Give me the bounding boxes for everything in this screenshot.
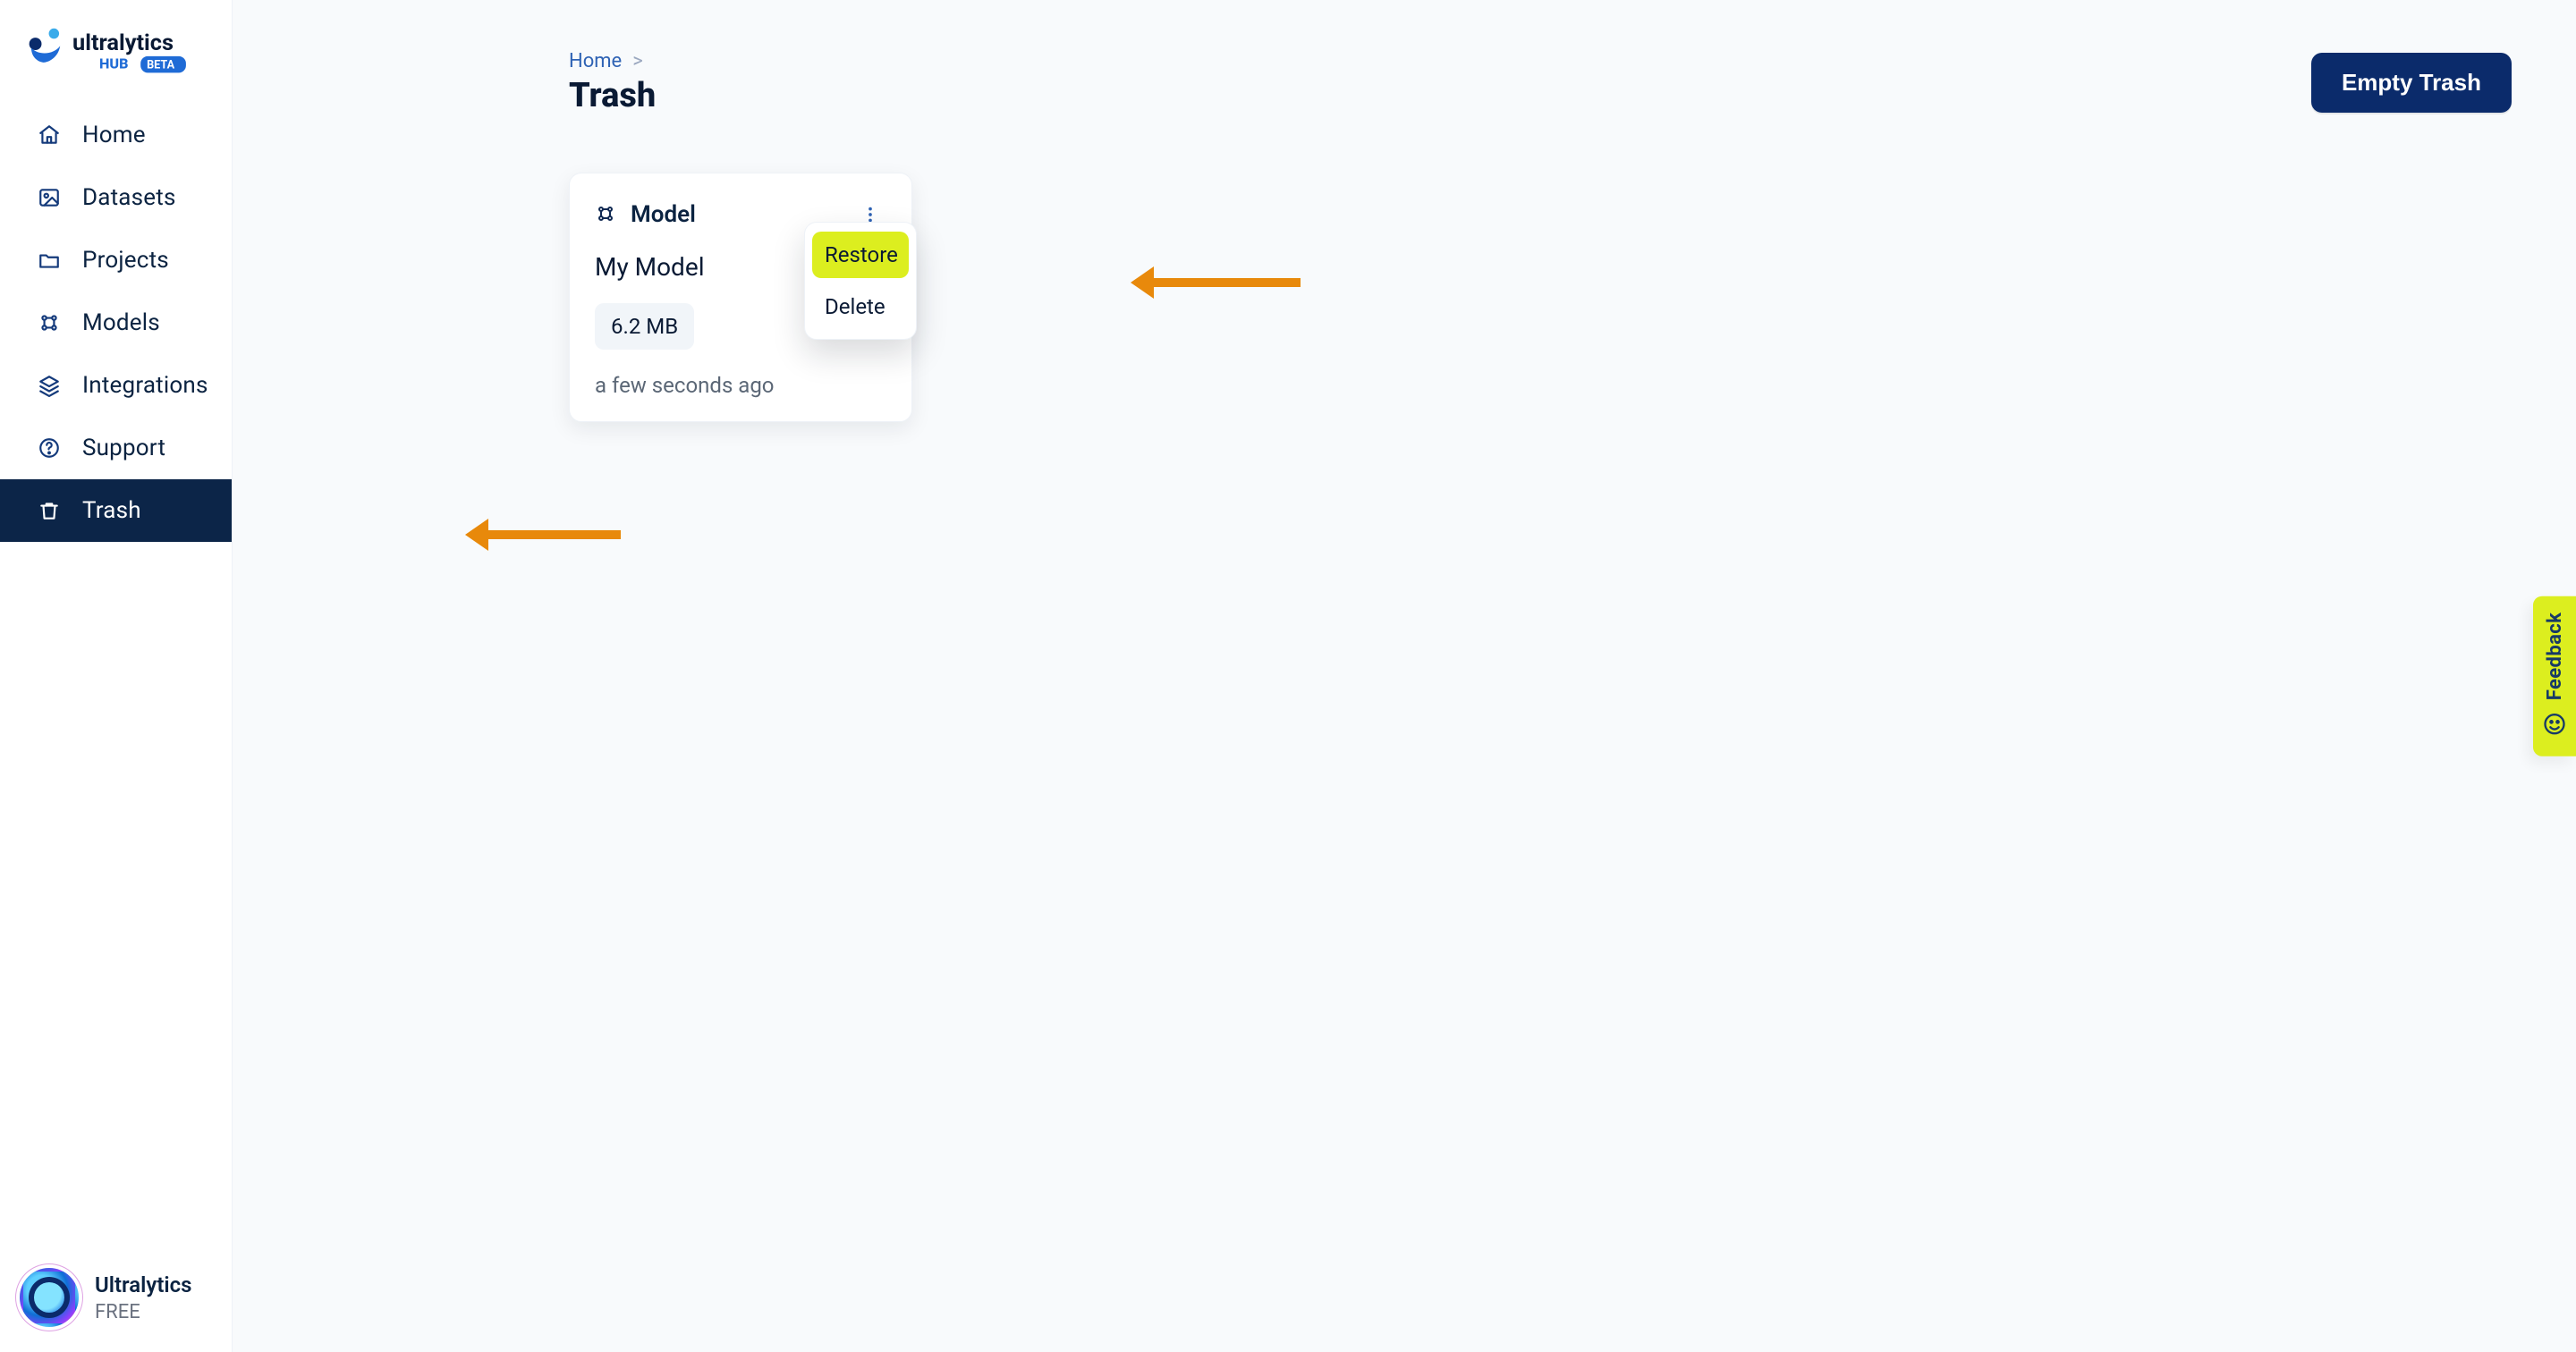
models-icon [36, 309, 63, 336]
sidebar-item-label: Home [82, 122, 146, 148]
card-type: Model [595, 201, 696, 228]
folder-icon [36, 247, 63, 274]
breadcrumb: Home > [569, 50, 656, 72]
sidebar-item-integrations[interactable]: Integrations [0, 354, 232, 417]
image-icon [36, 184, 63, 211]
sidebar-item-support[interactable]: Support [0, 417, 232, 479]
account-footer[interactable]: Ultralytics FREE [0, 1252, 232, 1352]
account-meta: Ultralytics FREE [95, 1272, 191, 1323]
feedback-tab[interactable]: Feedback [2533, 596, 2576, 756]
annotation-arrow-trash [465, 519, 621, 551]
sidebar-item-projects[interactable]: Projects [0, 229, 232, 292]
account-plan: FREE [95, 1301, 191, 1323]
sidebar-item-trash[interactable]: Trash [0, 479, 232, 542]
smiley-icon [2542, 711, 2567, 736]
card-type-label: Model [631, 201, 696, 228]
breadcrumb-sep: > [632, 50, 643, 72]
sidebar-nav: Home Datasets Projects Models [0, 95, 232, 542]
layers-icon [36, 372, 63, 399]
card-since: a few seconds ago [595, 373, 886, 398]
feedback-label: Feedback [2544, 613, 2566, 701]
card-size-chip: 6.2 MB [595, 303, 694, 350]
models-icon [595, 203, 618, 226]
sidebar-item-label: Support [82, 435, 165, 461]
sidebar-item-label: Datasets [82, 184, 176, 211]
sidebar-item-label: Trash [82, 497, 141, 524]
sidebar-item-label: Integrations [82, 372, 208, 399]
sidebar-item-datasets[interactable]: Datasets [0, 166, 232, 229]
sidebar-item-label: Models [82, 309, 160, 336]
help-icon [36, 435, 63, 461]
page-title: Trash [569, 76, 656, 115]
menu-item-restore[interactable]: Restore [812, 232, 909, 278]
breadcrumb-home[interactable]: Home [569, 50, 622, 72]
logo-sub: HUB [99, 55, 128, 72]
card-menu: Restore Delete [804, 222, 917, 340]
sidebar-item-label: Projects [82, 247, 169, 274]
avatar [20, 1268, 79, 1327]
account-name: Ultralytics [95, 1272, 191, 1297]
logo-badge: BETA [147, 59, 175, 72]
sidebar-item-home[interactable]: Home [0, 104, 232, 166]
logo-svg: ultralytics HUB BETA [25, 23, 207, 75]
logo-brand: ultralytics [72, 30, 174, 56]
sidebar-item-models[interactable]: Models [0, 292, 232, 354]
sidebar: ultralytics HUB BETA Home Dat [0, 0, 233, 1352]
trash-cards: Model My Model 6.2 MB a few seconds ago … [569, 173, 2512, 422]
empty-trash-button[interactable]: Empty Trash [2311, 53, 2512, 113]
logo[interactable]: ultralytics HUB BETA [0, 0, 232, 95]
header-left: Home > Trash [569, 50, 656, 115]
home-icon [36, 122, 63, 148]
trash-card: Model My Model 6.2 MB a few seconds ago … [569, 173, 912, 422]
trash-icon [36, 497, 63, 524]
main: Home > Trash Empty Trash Model [233, 0, 2576, 1352]
menu-item-delete[interactable]: Delete [812, 283, 909, 330]
